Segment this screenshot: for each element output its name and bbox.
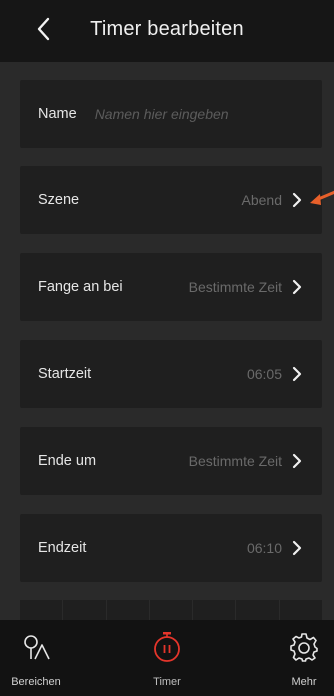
name-row[interactable]: Name Namen hier eingeben — [20, 80, 322, 148]
page-title: Timer bearbeiten — [90, 18, 244, 40]
chevron-right-icon — [292, 192, 302, 208]
chevron-right-icon — [292, 279, 302, 295]
weekday-selector-partial[interactable] — [20, 600, 322, 620]
timer-icon — [152, 630, 182, 664]
tab-bar: Bereichen Timer Mehr — [0, 620, 334, 696]
chevron-right-icon — [292, 540, 302, 556]
start-time-label: Startzeit — [38, 366, 92, 382]
start-mode-label: Fange an bei — [38, 279, 123, 295]
name-label: Name — [38, 106, 77, 122]
annotation-arrow-icon — [310, 190, 334, 205]
name-input[interactable]: Namen hier eingeben — [95, 106, 229, 122]
tab-mehr[interactable]: Mehr — [264, 620, 334, 696]
end-time-label: Endzeit — [38, 540, 87, 556]
tab-bereichen[interactable]: Bereichen — [0, 620, 76, 696]
gear-icon — [289, 630, 319, 664]
tab-bereichen-label: Bereichen — [11, 676, 61, 688]
start-mode-row[interactable]: Fange an bei Bestimmte Zeit — [20, 253, 322, 321]
chevron-right-icon — [292, 453, 302, 469]
end-mode-label: Ende um — [38, 453, 97, 469]
scene-label: Szene — [38, 192, 80, 208]
header-bar: Timer bearbeiten — [0, 0, 334, 62]
scene-row[interactable]: Szene Abend — [20, 166, 322, 234]
tab-timer[interactable]: Timer — [127, 620, 207, 696]
start-mode-value: Bestimmte Zeit — [188, 279, 282, 295]
tab-mehr-label: Mehr — [291, 676, 317, 688]
end-time-row[interactable]: Endzeit 06:10 — [20, 514, 322, 582]
end-mode-row[interactable]: Ende um Bestimmte Zeit — [20, 427, 322, 495]
room-icon — [22, 630, 50, 664]
end-time-value: 06:10 — [246, 540, 282, 556]
scene-value: Abend — [241, 192, 282, 208]
start-time-row[interactable]: Startzeit 06:05 — [20, 340, 322, 408]
end-mode-value: Bestimmte Zeit — [188, 453, 282, 469]
tab-timer-label: Timer — [153, 676, 181, 688]
chevron-right-icon — [292, 366, 302, 382]
start-time-value: 06:05 — [246, 366, 282, 382]
